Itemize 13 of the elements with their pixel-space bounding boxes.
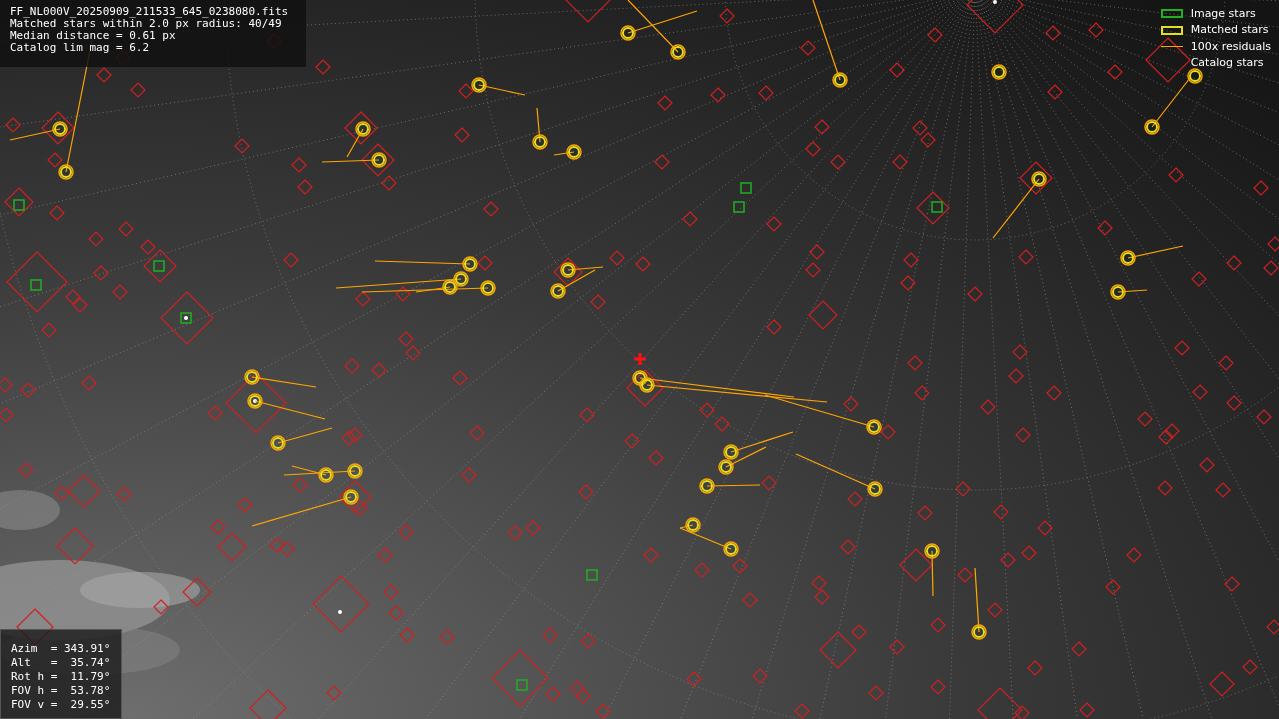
pointing-text: Alt = 35.74° <box>11 656 112 670</box>
pointing-text: Rot h = 11.79° <box>11 670 112 684</box>
info-text: Matched stars within 2.0 px radius: 40/49 <box>10 18 282 30</box>
info-text: Catalog lim mag = 6.2 <box>10 42 151 54</box>
info-text: FF_NL000V_20250909_211533_645_0238080.fits <box>10 6 290 18</box>
pointing-text: FOV h = 53.78° <box>11 684 112 698</box>
legend-label: Image stars <box>1190 5 1256 22</box>
info-text: Median distance = 0.61 px <box>10 30 177 42</box>
legend-label: Catalog stars <box>1190 55 1264 71</box>
pointing-text: Azim = 343.91° <box>11 642 112 656</box>
pointing-text: FOV v = 29.55° <box>11 698 112 712</box>
legend-label: Matched stars <box>1190 22 1269 38</box>
legend-label: 100x residuals <box>1190 38 1271 55</box>
